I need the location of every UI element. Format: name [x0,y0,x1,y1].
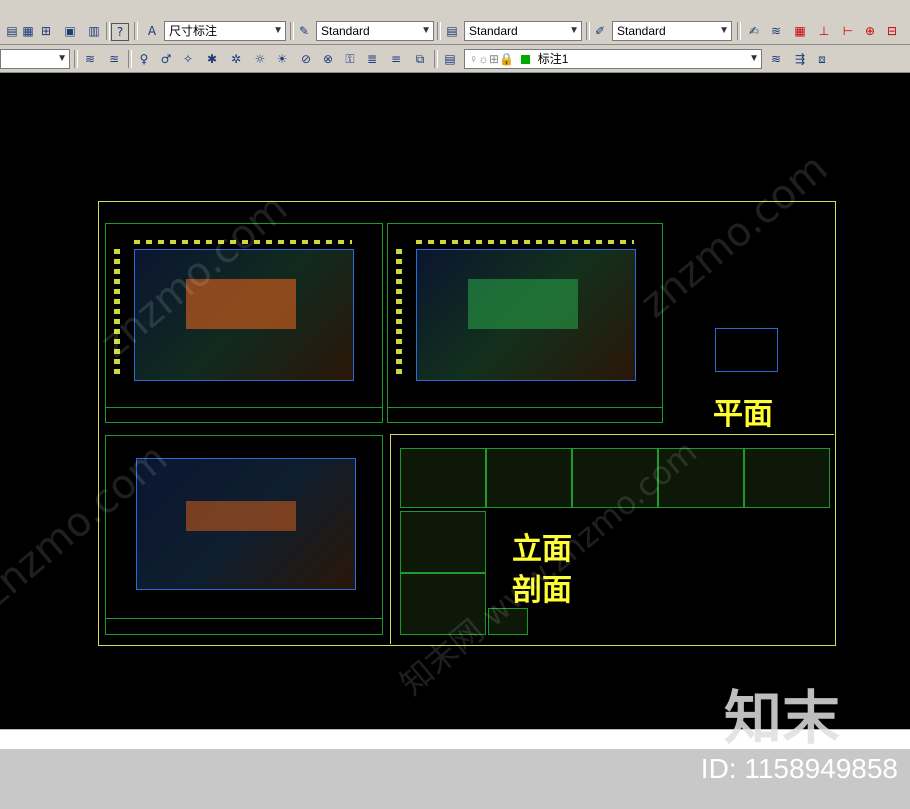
section-thumb-1[interactable] [400,511,486,573]
help-icon[interactable]: ? [111,23,129,41]
workspace-select[interactable]: ▼ [0,49,70,69]
elevation-thumb-5[interactable] [744,448,830,508]
thaw-icon[interactable]: ✲ [226,49,246,69]
title-block-thumbnail[interactable] [715,328,778,372]
layer-isolate-icon[interactable]: ♂ [156,49,176,69]
sun-alt-icon[interactable]: ☀ [272,49,292,69]
layer-states-icon[interactable]: ▦ [18,21,38,41]
multileader-style-icon[interactable]: ✐ [590,21,610,41]
properties-icon[interactable]: ✍ [744,21,764,41]
sun-icon[interactable]: ☼ [250,49,270,69]
layer-props-icon[interactable]: ▤ [440,49,460,69]
image-id: ID: 1158949858 [700,753,898,784]
layers-toolbar: ▼ ≋ ≊ ♀ ♂ ✧ ✱ ✲ ☼ ☀ ⊘ ⊗ ⚿ ≣ ≡ ⧉ ▤ ♀☼⊞🔒 标… [0,45,910,73]
sheet-divider-h [390,434,834,435]
ribbon-top-strip [0,0,910,17]
layer-previous-state-icon[interactable]: ⧈ [812,49,832,69]
layer-walk-icon[interactable]: ⚿ [340,49,360,69]
lock-icon[interactable]: ⊘ [296,49,316,69]
text-style-select[interactable]: Standard ▼ [316,21,434,41]
drawing-canvas[interactable]: 平面 立面 剖面 znzmo.com znzmo.com znzmo.com 知… [0,73,910,729]
layer-copy-icon[interactable]: ⧉ [410,49,430,69]
unlock-icon[interactable]: ⊗ [318,49,338,69]
dimension-tree-icon[interactable]: ⊥ [814,21,834,41]
dimension-style-select[interactable]: 尺寸标注 ▼ [164,21,286,41]
center-mark-icon[interactable]: ⊕ [860,21,880,41]
calc-icon[interactable]: ▥ [84,21,104,41]
make-current-icon[interactable]: ≋ [766,49,786,69]
layer-select[interactable]: ♀☼⊞🔒 标注1 ▼ [464,49,762,69]
brand-logo: 知末 [723,684,840,752]
break-icon[interactable]: ⊟ [882,21,902,41]
layer-manager-icon[interactable]: ≋ [80,49,100,69]
align-icon[interactable]: ⊢ [838,21,858,41]
sheet-divider-v [390,434,391,644]
match-layer-icon[interactable]: ⊞ [36,21,56,41]
layer-match-icon[interactable]: ⇶ [790,49,810,69]
layer-merge-icon[interactable]: ≣ [362,49,382,69]
elevation-thumb-1[interactable] [400,448,486,508]
layer-on-icon[interactable]: ♀ [134,49,154,69]
lightbulb-icon[interactable]: ✧ [178,49,198,69]
calculator-icon[interactable]: ▣ [60,21,80,41]
table-style-icon[interactable]: ▤ [442,21,462,41]
layer-stack-icon[interactable]: ≋ [766,21,786,41]
plan-label: 平面 [713,397,773,432]
layer-delete-icon[interactable]: ≡ [386,49,406,69]
multileader-style-select[interactable]: Standard ▼ [612,21,732,41]
layer-previous-icon[interactable]: ≊ [104,49,124,69]
floor-plan-panel-2[interactable] [387,223,663,423]
elevation-thumb-2[interactable] [486,448,572,508]
styles-toolbar: ▤ ▦ ⊞ ▣ ▥ ? A 尺寸标注 ▼ ✎ Standard ▼ ▤ Standa… [0,17,910,45]
text-style-icon[interactable]: A [142,21,162,41]
table-style-select[interactable]: Standard ▼ [464,21,582,41]
freeze-icon[interactable]: ✱ [202,49,222,69]
dimension-style-icon[interactable]: ✎ [294,21,314,41]
grid-icon[interactable]: ▦ [790,21,810,41]
